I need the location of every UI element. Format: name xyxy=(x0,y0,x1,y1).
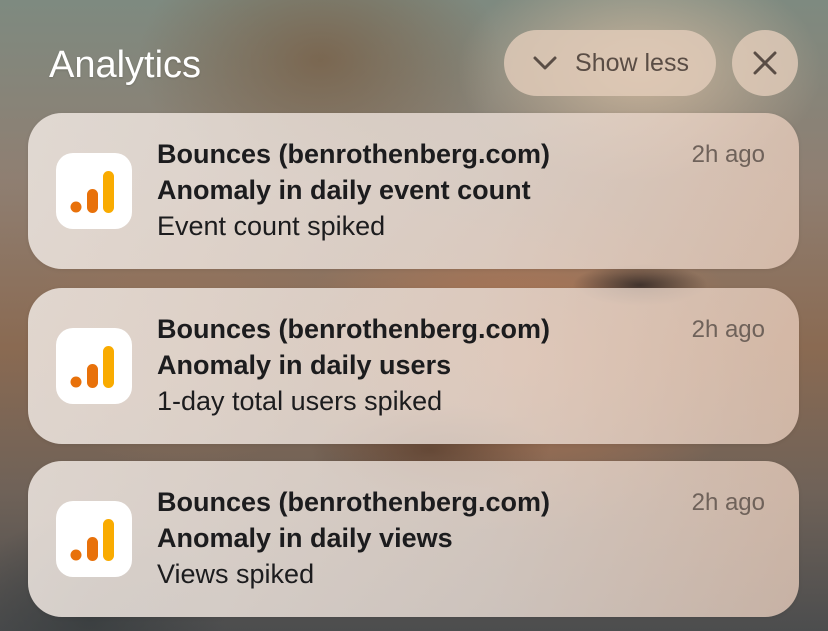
notification-app-name: Bounces (benrothenberg.com) xyxy=(157,487,551,517)
chevron-down-icon xyxy=(533,56,557,70)
notification-timestamp: 2h ago xyxy=(691,489,765,516)
notification-body: 1-day total users spiked xyxy=(157,386,443,416)
close-button[interactable] xyxy=(732,30,798,96)
notification-title: Anomaly in daily event count xyxy=(157,175,531,205)
google-analytics-icon xyxy=(56,328,132,404)
show-less-label: Show less xyxy=(575,48,689,77)
notification-timestamp: 2h ago xyxy=(691,141,765,168)
notification-body: Event count spiked xyxy=(157,211,386,241)
group-title: Analytics xyxy=(49,44,202,86)
notification-app-name: Bounces (benrothenberg.com) xyxy=(157,139,551,169)
notification-card[interactable]: Bounces (benrothenberg.com) 2h ago Anoma… xyxy=(28,113,799,269)
notification-body: Views spiked xyxy=(157,559,315,589)
notification-card[interactable]: Bounces (benrothenberg.com) 2h ago Anoma… xyxy=(28,288,799,444)
notification-title: Anomaly in daily views xyxy=(157,523,453,553)
show-less-button[interactable]: Show less xyxy=(504,30,716,96)
google-analytics-icon xyxy=(56,501,132,577)
close-icon xyxy=(753,51,777,75)
notification-group-header: Analytics Show less xyxy=(0,0,828,110)
notification-card[interactable]: Bounces (benrothenberg.com) 2h ago Anoma… xyxy=(28,461,799,617)
notification-app-name: Bounces (benrothenberg.com) xyxy=(157,314,551,344)
notification-title: Anomaly in daily users xyxy=(157,350,452,380)
google-analytics-icon xyxy=(56,153,132,229)
notification-timestamp: 2h ago xyxy=(691,316,765,343)
